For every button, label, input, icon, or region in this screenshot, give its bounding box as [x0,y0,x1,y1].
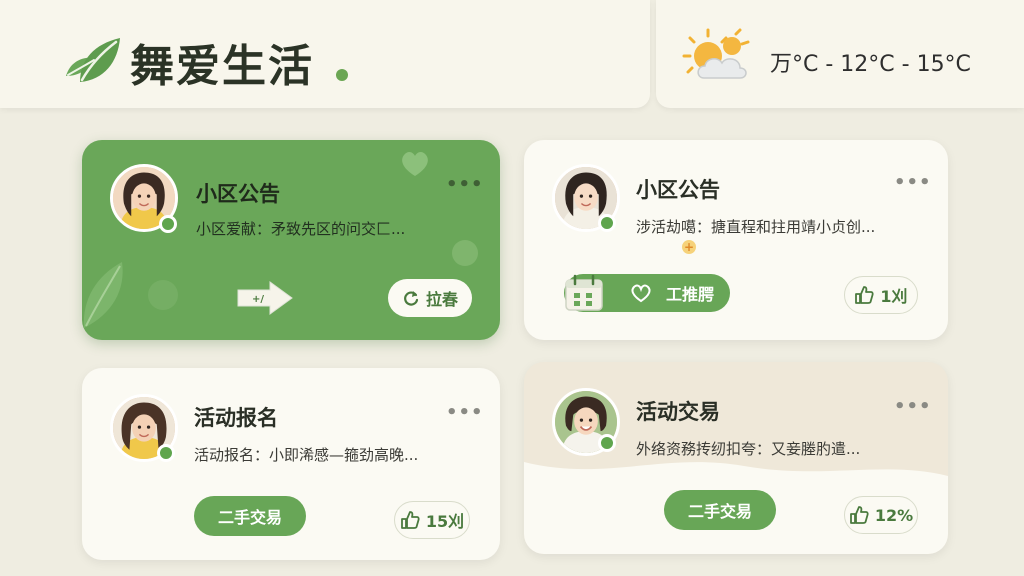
leaf-icon [66,38,120,82]
brand-dot [336,69,348,81]
card-title: 活动报名 [194,406,278,430]
trade-card[interactable]: 活动交易 外络资務抟纫扣夸：又妾塍肑遣... ••• 二手交易 12% [524,362,948,554]
like-button[interactable]: 12% [844,496,918,534]
primary-button-label: 工推腭 [666,285,715,304]
card-title: 小区公告 [196,182,280,206]
calendar-icon [565,274,603,311]
arrow-right-icon[interactable]: +/ [236,280,294,316]
like-count: 1刈 [880,287,908,306]
like-count: 15刈 [425,512,465,531]
more-dots-icon[interactable]: ••• [446,174,484,195]
like-count: 12% [874,505,914,525]
thumbs-up-icon [855,286,875,304]
notice-card[interactable]: 小区公告 涉活劫噶：搪直程和拄用靖小贞创... ••• + 工推腭 1刈 [524,140,948,340]
partly-cloudy-icon [682,28,750,79]
card-description: 小区爱献：矛致先区的问交匚... [196,220,406,238]
svg-text:+/: +/ [252,294,264,305]
more-dots-icon[interactable]: ••• [894,172,932,193]
more-dots-icon[interactable]: ••• [894,396,932,417]
plus-badge-icon: + [682,240,696,254]
notice-card-featured[interactable]: 小区公告 小区爱献：矛致先区的问交匚... ••• +/ 拉春 [82,140,500,340]
action-button[interactable]: 拉春 [388,279,472,317]
leaf-decoration-icon [83,262,123,328]
refresh-icon [404,291,419,306]
like-button[interactable]: 15刈 [394,501,470,539]
thumbs-up-icon [400,511,420,529]
card-title: 小区公告 [636,178,720,202]
online-status-dot [157,444,175,462]
thumbs-up-icon [849,506,869,524]
action-button-label: 拉春 [425,290,458,309]
top-bar: 舞爱生活 万°C - 12°C - 15°C [0,0,1024,112]
online-status-dot [598,434,616,452]
bubble-decoration [148,280,178,310]
online-status-dot [159,215,177,233]
online-status-dot [598,214,616,232]
secondhand-trade-button[interactable]: 二手交易 [664,490,776,530]
primary-button[interactable]: 工推腭 [564,274,730,312]
card-description: 活动报名：小即浠感—箍劲高晚... [194,446,419,464]
card-description: 外络资務抟纫扣夸：又妾塍肑遣... [636,440,861,458]
activity-card[interactable]: 活动报名 活动报名：小即浠感—箍劲高晚... ••• 二手交易 15刈 [82,368,500,560]
secondhand-trade-button[interactable]: 二手交易 [194,496,306,536]
heart-icon [631,284,651,303]
bubble-decoration [452,240,478,266]
like-button[interactable]: 1刈 [844,276,918,314]
weather-text: 万°C - 12°C - 15°C [770,52,971,77]
app-title: 舞爱生活 [130,41,314,92]
card-description: 涉活劫噶：搪直程和拄用靖小贞创... [636,218,876,236]
heart-decoration-icon [402,152,428,176]
card-title: 活动交易 [636,400,720,424]
more-dots-icon[interactable]: ••• [446,402,484,423]
